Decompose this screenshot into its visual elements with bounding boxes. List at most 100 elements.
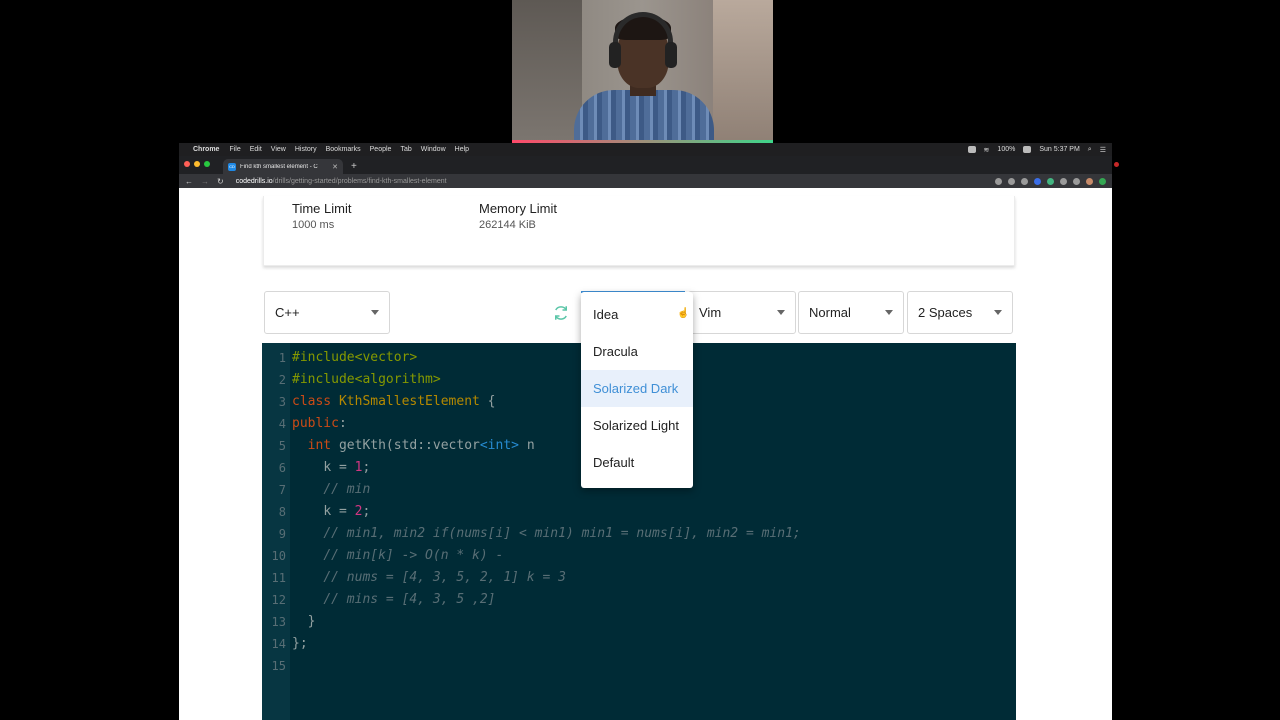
limits-card: Time Limit 1000 ms Memory Limit 262144 K… (263, 196, 1015, 266)
memory-limit-value: 262144 KiB (479, 219, 536, 231)
memory-limit-label: Memory Limit (479, 201, 558, 216)
wifi-icon[interactable]: ≋ (984, 146, 990, 154)
time-limit: Time Limit 1000 ms (292, 201, 351, 231)
window-controls (184, 161, 210, 167)
theme-option-dracula[interactable]: Dracula (581, 333, 693, 370)
spotlight-icon[interactable]: ⌕ (1088, 146, 1092, 154)
code-text: int (307, 438, 332, 453)
theme-option-solarized-light[interactable]: Solarized Light (581, 407, 693, 444)
mode-select[interactable]: Normal (798, 291, 904, 334)
extension-icon[interactable] (1034, 177, 1041, 185)
extension-icon[interactable] (1060, 177, 1067, 185)
menu-people[interactable]: People (370, 146, 392, 153)
status-icon[interactable] (967, 146, 976, 153)
sync-icon[interactable] (1099, 177, 1106, 185)
menu-help[interactable]: Help (455, 146, 469, 153)
screen-recording: Chrome File Edit View History Bookmarks … (0, 0, 1280, 720)
line-number: 7 (278, 483, 286, 497)
line-number: 2 (278, 373, 286, 387)
new-tab-icon[interactable]: + (351, 161, 357, 172)
code-text: class (292, 394, 332, 409)
menu-file[interactable]: File (229, 146, 240, 153)
chevron-down-icon (885, 310, 893, 315)
puzzle-icon[interactable] (1073, 177, 1080, 185)
code-line: 9 // min1, min2 if(nums[i] < min1) min1 … (262, 523, 1016, 545)
line-number: 13 (271, 615, 286, 629)
minimize-window-icon[interactable] (194, 161, 200, 167)
memory-limit: Memory Limit 262144 KiB (479, 201, 557, 231)
code-comment: // min[k] -> O(n * k) - (323, 548, 504, 563)
code-text: n (519, 438, 535, 453)
menu-edit[interactable]: Edit (250, 146, 262, 153)
line-number: 11 (271, 571, 286, 585)
line-number: 8 (278, 505, 286, 519)
menubar-app-name[interactable]: Chrome (193, 146, 219, 153)
close-window-icon[interactable] (184, 161, 190, 167)
indent-select[interactable]: 2 Spaces (907, 291, 1013, 334)
theme-option-default[interactable]: Default (581, 444, 693, 481)
desktop-screen: Chrome File Edit View History Bookmarks … (179, 143, 1112, 720)
browser-tab-active[interactable]: CD Find kth smallest element - C ✕ (223, 159, 343, 174)
line-number: 10 (271, 549, 286, 563)
mode-value: Normal (809, 305, 851, 320)
webcam-overlay (512, 0, 773, 143)
profile-avatar[interactable] (1086, 177, 1093, 185)
extensions-area (995, 177, 1106, 185)
language-value: C++ (275, 305, 300, 320)
code-line: 15 (262, 655, 1016, 677)
chevron-down-icon (371, 310, 379, 315)
bookmark-star-icon[interactable] (1021, 177, 1028, 185)
reload-icon[interactable]: ↻ (217, 177, 224, 186)
code-text: : (338, 416, 347, 431)
menu-bookmarks[interactable]: Bookmarks (326, 146, 361, 153)
code-text: ; (362, 460, 371, 475)
code-text: { (479, 394, 496, 409)
line-number: 12 (271, 593, 286, 607)
line-number: 1 (278, 351, 286, 365)
keymap-select[interactable]: Vim (688, 291, 796, 334)
cast-icon[interactable] (995, 177, 1002, 185)
forward-icon[interactable]: → (201, 177, 209, 186)
refresh-icon[interactable] (552, 304, 570, 322)
theme-option-solarized-dark[interactable]: Solarized Dark (581, 370, 693, 407)
line-number: 5 (278, 439, 286, 453)
line-number: 15 (271, 659, 286, 673)
code-line: 10 // min[k] -> O(n * k) - (262, 545, 1016, 567)
back-icon[interactable]: ← (185, 177, 193, 186)
zoom-icon[interactable] (1008, 177, 1015, 185)
control-center-icon[interactable]: ☰ (1100, 146, 1106, 154)
line-number: 14 (271, 637, 286, 651)
browser-tab-strip: CD Find kth smallest element - C ✕ + (179, 156, 1112, 174)
menu-tab[interactable]: Tab (400, 146, 411, 153)
tab-title: Find kth smallest element - C (240, 163, 318, 170)
code-text: k = (323, 460, 355, 475)
time-limit-label: Time Limit (292, 201, 352, 216)
theme-dropdown-menu[interactable]: Idea Dracula Solarized Dark Solarized Li… (581, 292, 693, 488)
clock[interactable]: Sun 5:37 PM (1039, 146, 1079, 153)
battery-percent: 100% (997, 146, 1016, 153)
close-tab-icon[interactable]: ✕ (332, 163, 338, 171)
chevron-down-icon (994, 310, 1002, 315)
line-number: 9 (278, 527, 286, 541)
menu-window[interactable]: Window (421, 146, 446, 153)
vue-devtools-icon[interactable] (1047, 177, 1054, 185)
browser-toolbar: ← → ↻ codedrills.io/drills/getting-start… (179, 174, 1112, 188)
code-line: 12 // mins = [4, 3, 5 ,2] (262, 589, 1016, 611)
menu-view[interactable]: View (271, 146, 286, 153)
battery-icon[interactable] (1023, 146, 1032, 153)
code-line: 13 } (262, 611, 1016, 633)
maximize-window-icon[interactable] (204, 161, 210, 167)
code-text: ; (362, 504, 371, 519)
code-line: 8 k = 2; (262, 501, 1016, 523)
chevron-down-icon (777, 310, 785, 315)
language-select[interactable]: C++ (264, 291, 390, 334)
keymap-value: Vim (699, 305, 722, 320)
menu-history[interactable]: History (295, 146, 317, 153)
time-limit-value: 1000 ms (292, 219, 335, 231)
line-number: 6 (278, 461, 286, 475)
mouse-pointer-icon: ☝ (677, 308, 690, 319)
code-comment: // min (323, 482, 371, 497)
code-text: getKth(std::vector (331, 438, 480, 453)
address-bar[interactable]: codedrills.io/drills/getting-started/pro… (232, 178, 447, 185)
code-text: }; (292, 636, 308, 651)
